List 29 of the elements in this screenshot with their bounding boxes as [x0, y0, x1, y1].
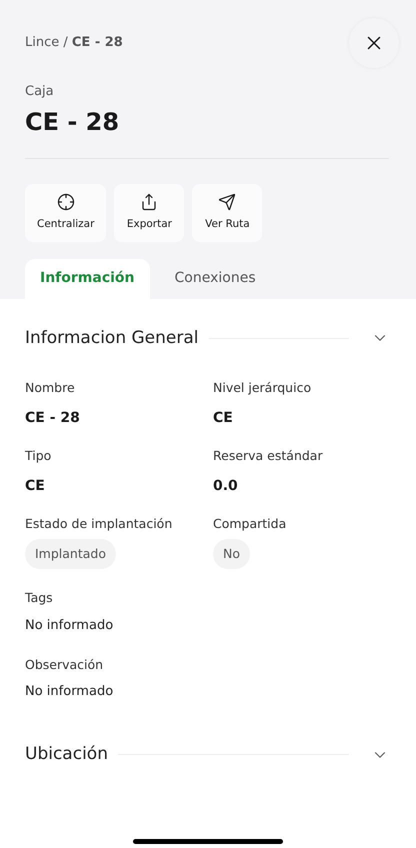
field-label: Tipo	[25, 446, 52, 465]
field-value: No informado	[25, 683, 114, 702]
field-label: Nivel jerárquico	[213, 379, 312, 397]
status-chip: Implantado	[25, 539, 116, 570]
action-button[interactable]: Exportar	[114, 184, 184, 242]
share-icon	[140, 192, 158, 211]
page-title: CE - 28	[25, 106, 120, 138]
field-label: Nombre	[25, 379, 75, 397]
crosshair-icon	[56, 192, 75, 211]
section-title: Informacion General	[25, 326, 198, 350]
field-value: CE - 28	[25, 408, 80, 428]
action-button[interactable]: Centralizar	[25, 184, 106, 242]
tab[interactable]: Conexiones	[150, 258, 281, 298]
field-value: 0.0	[213, 476, 238, 496]
field-value: No informado	[25, 617, 114, 635]
field-label: Estado de implantación	[25, 514, 172, 533]
field-label: Compartida	[213, 514, 286, 533]
field-value: CE	[25, 476, 45, 496]
send-icon	[218, 192, 236, 211]
section-title: Ubicación	[25, 742, 108, 766]
breadcrumb: Lince / CE - 28	[25, 34, 123, 52]
status-chip: No	[213, 539, 250, 570]
field-value: CE	[213, 408, 233, 428]
field-label: Observación	[25, 656, 104, 674]
field-label: Reserva estándar	[213, 446, 323, 465]
action-button[interactable]: Ver Ruta	[192, 184, 262, 242]
subtitle: Caja	[25, 83, 55, 101]
tab[interactable]: Información	[25, 258, 150, 298]
field-label: Tags	[25, 589, 53, 608]
